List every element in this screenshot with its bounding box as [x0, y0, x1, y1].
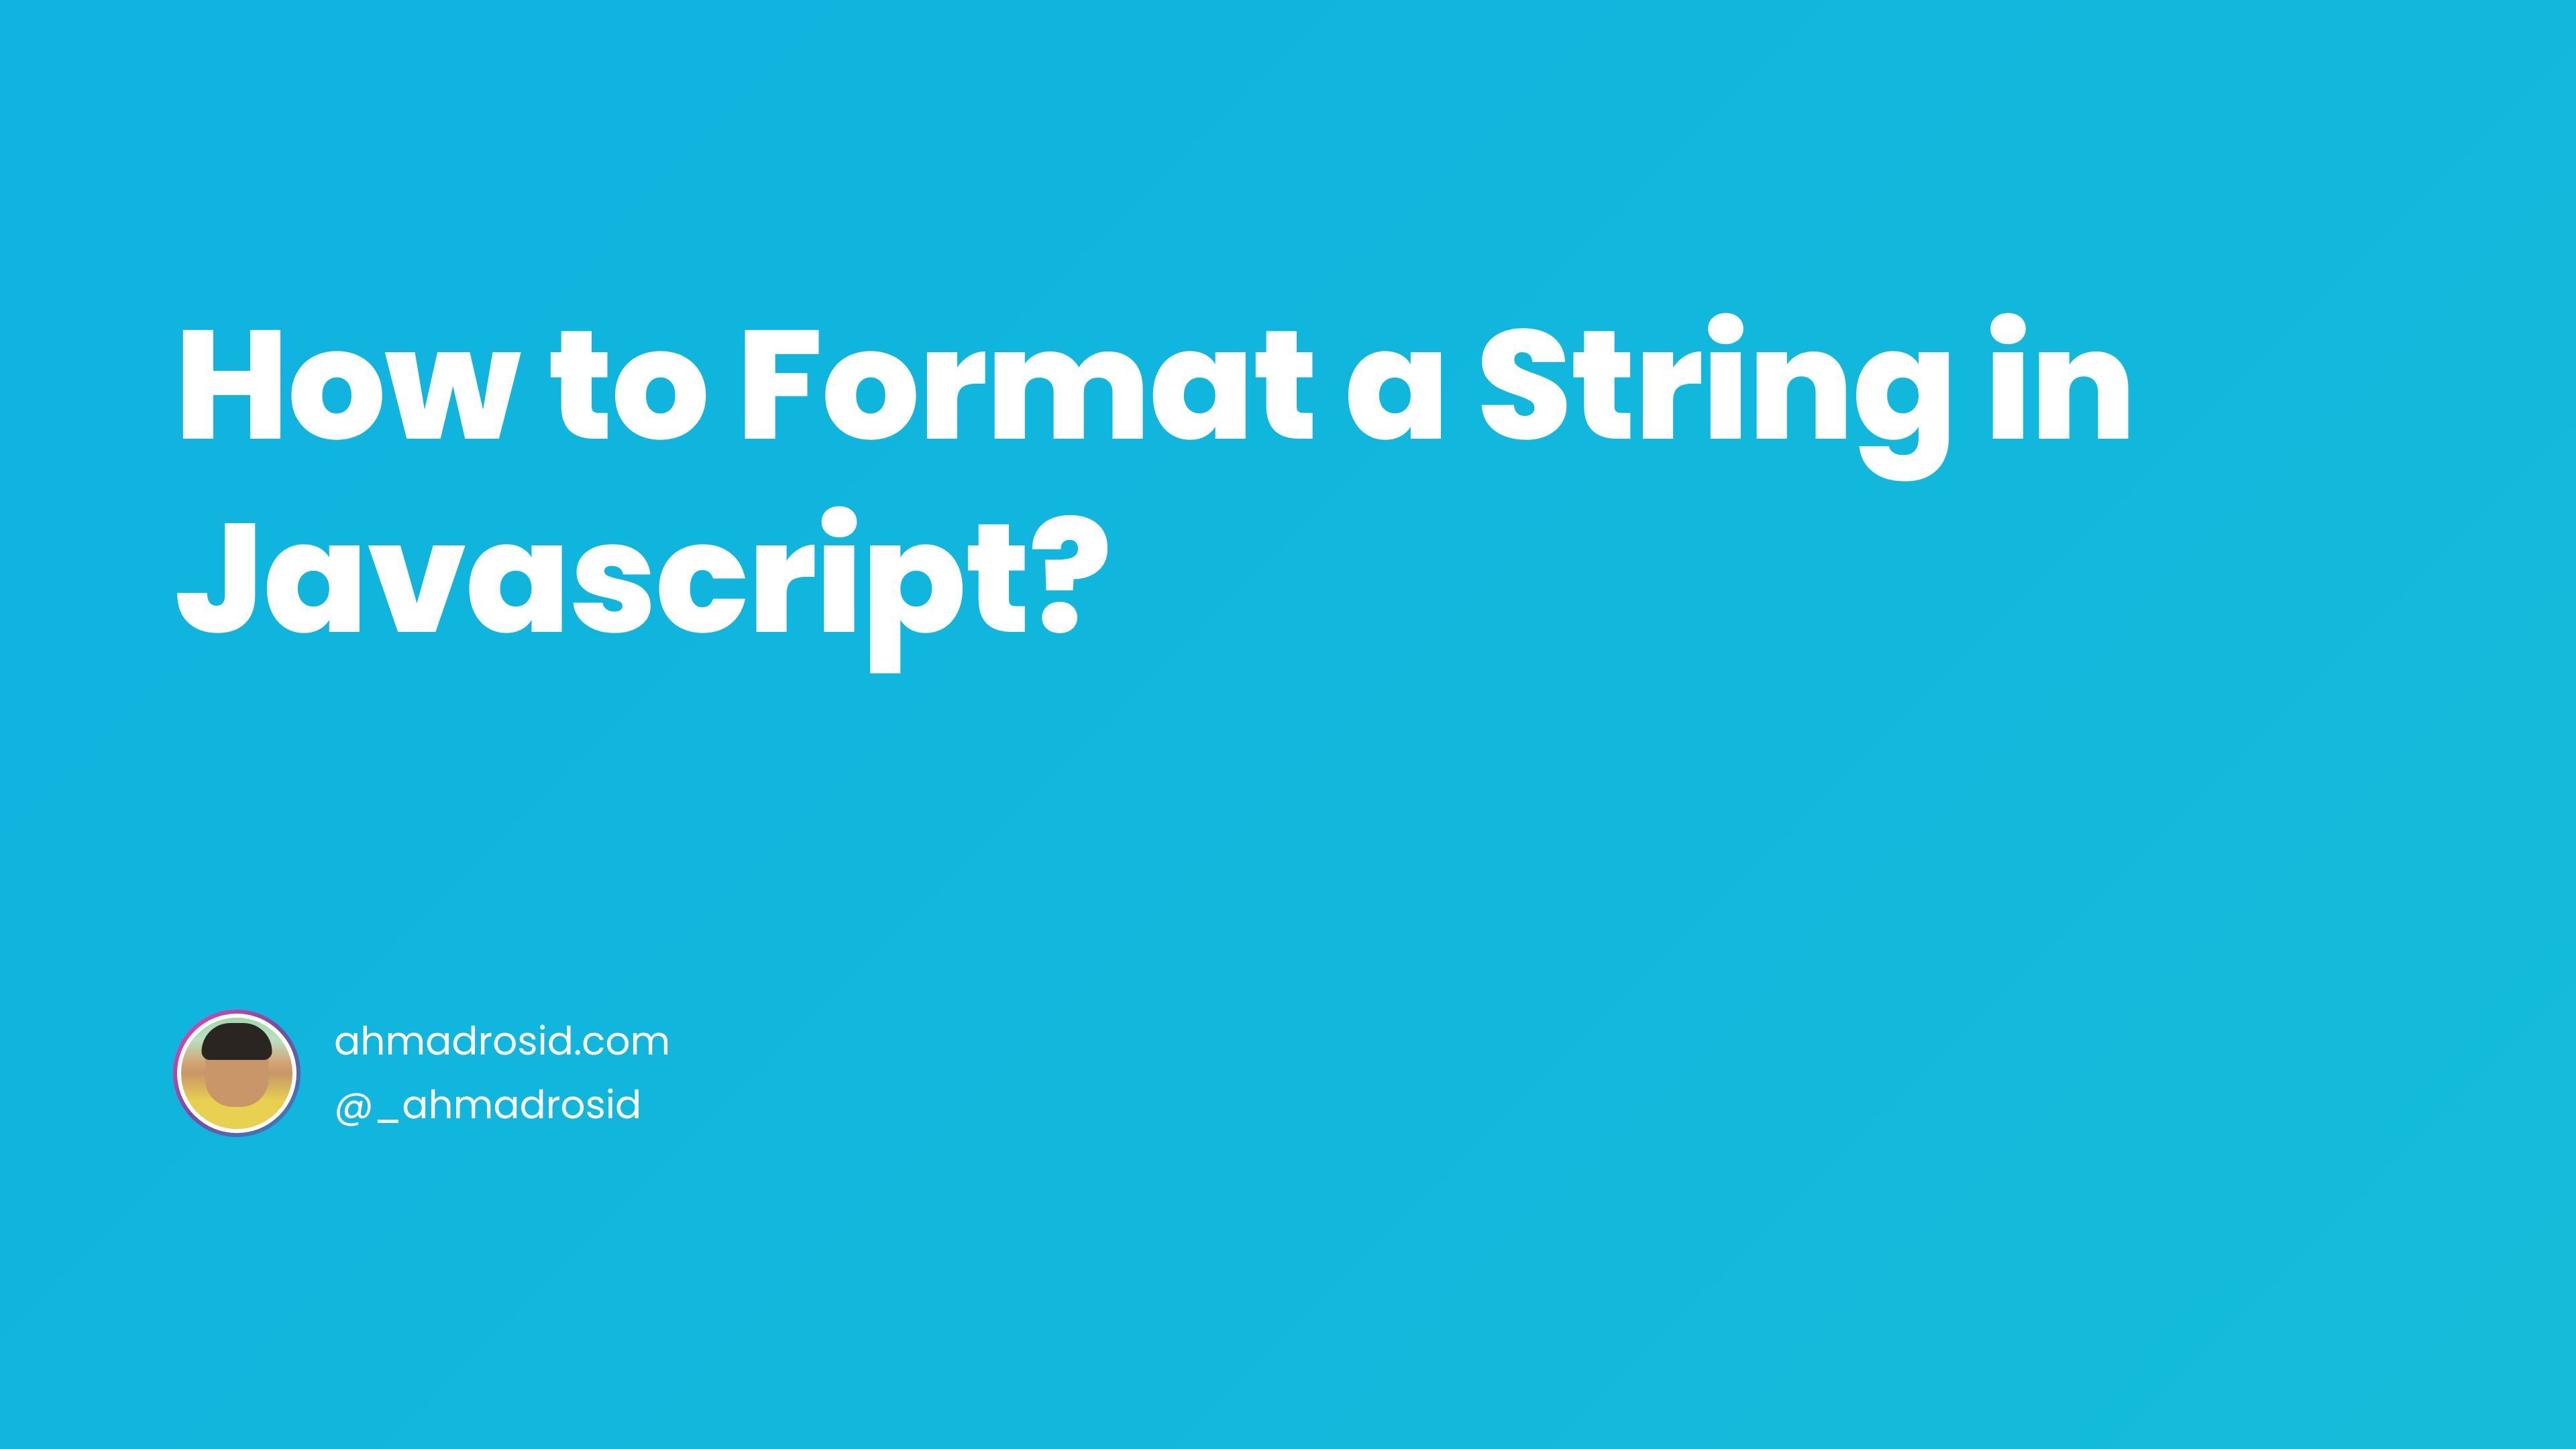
author-info: ahmadrosid.com @_ahmadrosid [334, 1012, 670, 1134]
author-handle: @_ahmadrosid [334, 1076, 670, 1134]
slide-title: How to Format a String in Javascript? [174, 288, 2442, 674]
author-website: ahmadrosid.com [334, 1012, 670, 1071]
author-section: ahmadrosid.com @_ahmadrosid [173, 1010, 670, 1137]
avatar [173, 1010, 301, 1137]
